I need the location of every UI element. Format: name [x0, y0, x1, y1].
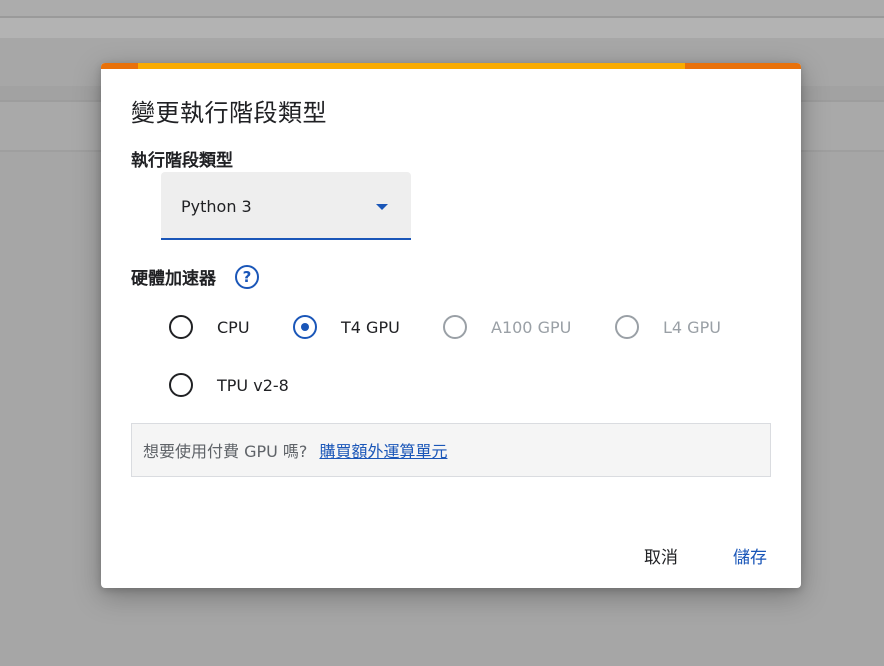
runtime-type-value: Python 3	[181, 197, 252, 216]
paid-gpu-promo: 想要使用付費 GPU 嗎? 購買額外運算單元	[131, 423, 771, 477]
radio-option-tpu-v2-8[interactable]: TPU v2-8	[169, 370, 289, 400]
cancel-button[interactable]: 取消	[644, 543, 678, 568]
background-bar	[0, 0, 884, 16]
radio-option-cpu[interactable]: CPU	[169, 312, 250, 342]
runtime-type-select[interactable]: Python 3	[161, 172, 411, 240]
radio-option-t4-gpu[interactable]: T4 GPU	[293, 312, 400, 342]
radio-button-l4-gpu[interactable]	[615, 315, 639, 339]
promo-text: 想要使用付費 GPU 嗎?	[143, 442, 308, 461]
runtime-type-dialog: 變更執行階段類型 執行階段類型 Python 3 硬體加速器 ? CPU T4 …	[101, 63, 801, 588]
save-button[interactable]: 儲存	[733, 543, 767, 568]
progress-bar	[101, 63, 801, 69]
radio-button-a100-gpu[interactable]	[443, 315, 467, 339]
runtime-type-label: 執行階段類型	[131, 151, 233, 171]
buy-compute-units-link[interactable]: 購買額外運算單元	[319, 438, 447, 462]
radio-option-l4-gpu[interactable]: L4 GPU	[615, 312, 721, 342]
chevron-down-icon	[376, 204, 388, 210]
radio-label-l4-gpu: L4 GPU	[663, 317, 721, 337]
hardware-accelerator-label: 硬體加速器	[131, 269, 216, 289]
dialog-title: 變更執行階段類型	[131, 99, 327, 127]
radio-label-cpu: CPU	[217, 317, 250, 337]
help-circle-icon[interactable]: ?	[235, 265, 259, 289]
radio-button-tpu-v2-8[interactable]	[169, 373, 193, 397]
progress-bar-fill	[138, 63, 685, 69]
radio-button-t4-gpu[interactable]	[293, 315, 317, 339]
background-bar	[0, 18, 884, 38]
radio-button-cpu[interactable]	[169, 315, 193, 339]
radio-option-a100-gpu[interactable]: A100 GPU	[443, 312, 571, 342]
radio-label-t4-gpu: T4 GPU	[341, 317, 400, 337]
radio-label-a100-gpu: A100 GPU	[491, 317, 572, 337]
radio-label-tpu-v2-8: TPU v2-8	[217, 375, 289, 395]
